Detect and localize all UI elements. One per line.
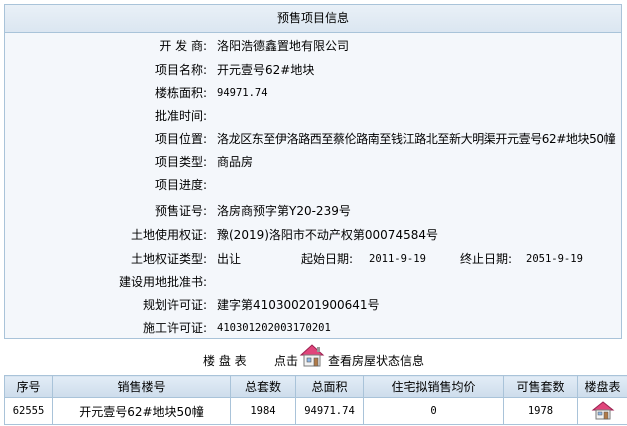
construction-permit-label: 施工许可证:	[142, 321, 207, 335]
panel-title: 预售项目信息	[5, 5, 621, 33]
presale-no-row: 预售证号: 洛房商预字第Y20-239号	[5, 202, 623, 220]
location-value: 洛龙区东至伊洛路西至蔡伦路南至钱江路北至新大明渠开元壹号62#地块50幢	[217, 132, 616, 146]
start-date-value: 2011-9-19	[369, 253, 426, 265]
planning-permit-row: 规划许可证: 建字第410300201900641号	[5, 296, 623, 314]
project-name-label: 项目名称:	[154, 63, 207, 77]
view-house-status-hint: 查看房屋状态信息	[328, 354, 425, 368]
header-avg-price: 住宅拟销售均价	[363, 375, 504, 398]
header-id: 序号	[4, 375, 53, 398]
developer-value: 洛阳浩德鑫置地有限公司	[217, 39, 350, 53]
end-date-label: 终止日期:	[460, 252, 513, 266]
cell-total-units: 1984	[230, 397, 296, 425]
cell-id: 62555	[4, 397, 53, 425]
building-table-caption: 楼 盘 表	[203, 354, 247, 368]
floor-area-row: 楼栋面积: 94971.74	[5, 84, 623, 102]
click-hint: 点击	[274, 354, 299, 368]
land-cert-label: 土地使用权证:	[130, 228, 207, 242]
header-total-units: 总套数	[230, 375, 296, 398]
location-label: 项目位置:	[154, 132, 207, 146]
construction-permit-value: 410301202003170201	[217, 322, 331, 334]
cell-total-area: 94971.74	[295, 397, 364, 425]
header-total-area: 总面积	[295, 375, 364, 398]
end-date-value: 2051-9-19	[526, 253, 583, 265]
planning-permit-value: 建字第410300201900641号	[217, 298, 380, 312]
house-icon[interactable]	[591, 400, 615, 423]
developer-row: 开 发 商: 洛阳浩德鑫置地有限公司	[5, 37, 623, 55]
approval-time-label: 批准时间:	[154, 109, 207, 123]
house-icon[interactable]	[298, 342, 326, 368]
construction-approval-label: 建设用地批准书:	[118, 275, 207, 289]
planning-permit-label: 规划许可证:	[142, 298, 207, 312]
table-row: 62555 开元壹号62#地块50幢 1984 94971.74 0 1978	[4, 397, 627, 425]
header-available-units: 可售套数	[503, 375, 578, 398]
project-type-row: 项目类型: 商品房	[5, 153, 623, 171]
construction-permit-row: 施工许可证: 410301202003170201	[5, 319, 623, 337]
cell-available-units: 1978	[503, 397, 578, 425]
project-type-value: 商品房	[217, 155, 254, 169]
cell-building: 开元壹号62#地块50幢	[52, 397, 231, 425]
construction-approval-row: 建设用地批准书:	[5, 273, 623, 291]
approval-time-row: 批准时间:	[5, 107, 623, 125]
developer-label: 开 发 商:	[159, 39, 207, 53]
presale-info-panel: 预售项目信息 开 发 商: 洛阳浩德鑫置地有限公司 项目名称: 开元壹号62#地…	[4, 4, 622, 339]
land-cert-value: 豫(2019)洛阳市不动产权第00074584号	[217, 228, 438, 242]
land-cert-type-row: 土地权证类型: 出让 起始日期: 2011-9-19 终止日期: 2051-9-…	[5, 250, 623, 268]
start-date-label: 起始日期:	[301, 252, 354, 266]
floor-area-label: 楼栋面积:	[154, 86, 207, 100]
location-row: 项目位置: 洛龙区东至伊洛路西至蔡伦路南至钱江路北至新大明渠开元壹号62#地块5…	[5, 130, 623, 148]
presale-no-value: 洛房商预字第Y20-239号	[217, 204, 351, 218]
building-table: 序号 销售楼号 总套数 总面积 住宅拟销售均价 可售套数 楼盘表 62555 开…	[4, 375, 627, 425]
cell-building-chart[interactable]	[577, 397, 627, 425]
progress-label: 项目进度:	[154, 178, 207, 192]
land-cert-type-value: 出让	[217, 252, 242, 266]
table-header-row: 序号 销售楼号 总套数 总面积 住宅拟销售均价 可售套数 楼盘表	[4, 375, 627, 398]
header-building: 销售楼号	[52, 375, 231, 398]
land-cert-type-label: 土地权证类型:	[130, 252, 207, 266]
project-name-value: 开元壹号62#地块	[217, 63, 315, 77]
project-name-row: 项目名称: 开元壹号62#地块	[5, 61, 623, 79]
presale-no-label: 预售证号:	[154, 204, 207, 218]
project-type-label: 项目类型:	[154, 155, 207, 169]
land-cert-row: 土地使用权证: 豫(2019)洛阳市不动产权第00074584号	[5, 226, 623, 244]
header-building-chart: 楼盘表	[577, 375, 627, 398]
progress-row: 项目进度:	[5, 176, 623, 194]
cell-avg-price: 0	[363, 397, 504, 425]
floor-area-value: 94971.74	[217, 87, 268, 99]
